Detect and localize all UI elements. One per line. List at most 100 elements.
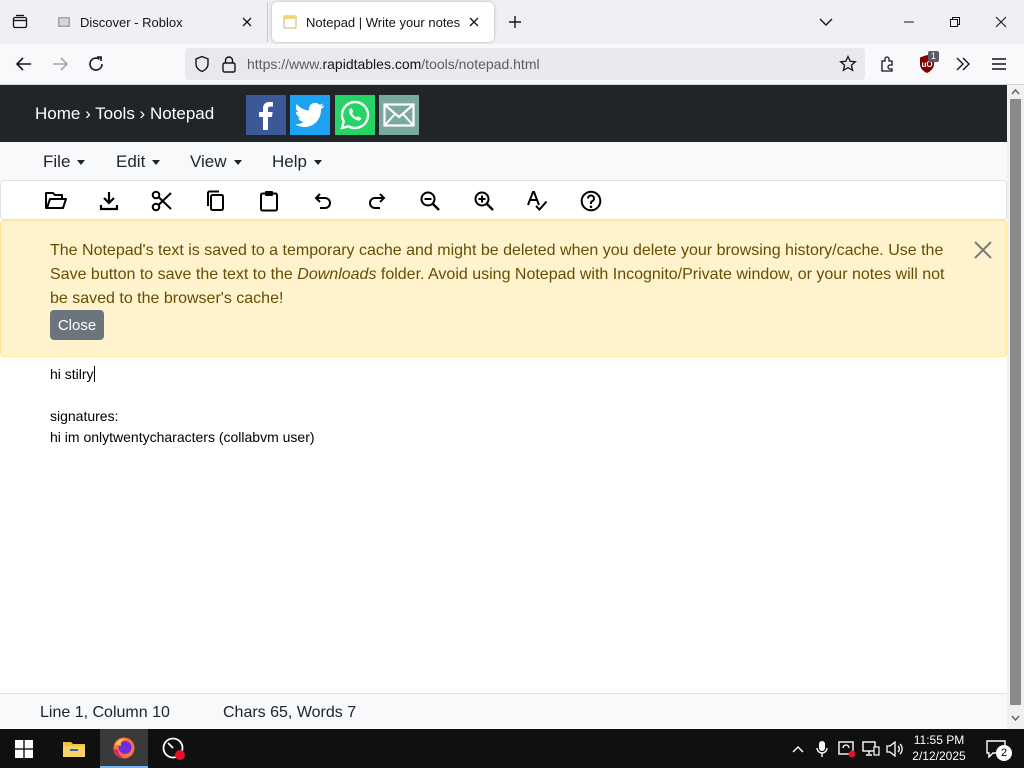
plus-icon <box>509 16 521 28</box>
app-menu-button[interactable] <box>984 49 1014 79</box>
cut-button[interactable] <box>149 188 175 214</box>
editor-line: hi stilry <box>50 364 315 385</box>
network-icon <box>862 741 880 756</box>
reload-icon <box>89 56 103 71</box>
menu-label: Edit <box>116 152 146 171</box>
clock-time: 11:55 PM <box>913 733 965 747</box>
restore-button[interactable] <box>932 0 978 44</box>
restore-icon <box>950 17 960 27</box>
alert-message: The Notepad's text is saved to a tempora… <box>50 239 955 311</box>
speedometer-app-icon <box>162 737 185 760</box>
open-icon <box>45 192 67 209</box>
url-domain: rapidtables.com <box>322 56 422 72</box>
site-header: Home › Tools › Notepad <box>0 85 1007 142</box>
editor-line: signatures: <box>50 408 119 424</box>
hamburger-menu-icon <box>992 58 1006 70</box>
page-scrollbar[interactable] <box>1007 85 1024 729</box>
speaker-icon <box>886 741 903 757</box>
windows-logo-icon <box>15 739 33 758</box>
lock-icon[interactable] <box>221 55 237 73</box>
zoom-out-button[interactable] <box>417 188 443 214</box>
whatsapp-share-button[interactable] <box>335 95 375 135</box>
menu-view[interactable]: View <box>190 152 242 172</box>
tab-title: Notepad | Write your notes online <box>306 14 464 30</box>
close-icon <box>995 16 1007 28</box>
save-download-button[interactable] <box>96 188 122 214</box>
ublock-origin-button[interactable]: uO 1 <box>912 49 942 79</box>
more-tools-button[interactable] <box>948 49 978 79</box>
taskbar-firefox[interactable] <box>100 729 148 768</box>
facebook-share-button[interactable] <box>246 95 286 135</box>
spellcheck-button[interactable] <box>524 188 550 214</box>
close-window-button[interactable] <box>978 0 1024 44</box>
extensions-button[interactable] <box>873 49 903 79</box>
dismiss-alert-button[interactable] <box>971 238 995 262</box>
double-chevron-right-icon <box>956 57 970 71</box>
back-button[interactable] <box>9 49 39 79</box>
taskbar-app[interactable] <box>150 729 198 768</box>
volume-tray-button[interactable] <box>885 739 905 759</box>
help-button[interactable] <box>578 188 604 214</box>
char-word-count: Chars 65, Words 7 <box>223 704 357 721</box>
menu-file[interactable]: File <box>43 152 86 172</box>
copy-button[interactable] <box>202 188 228 214</box>
zoom-out-icon <box>420 191 440 211</box>
address-bar[interactable]: https://www.rapidtables.com/tools/notepa… <box>185 48 865 80</box>
shield-icon[interactable] <box>193 55 211 73</box>
email-share-button[interactable] <box>379 95 419 135</box>
tab-discover-roblox[interactable]: Discover - Roblox <box>46 2 268 42</box>
notification-count-badge: 2 <box>996 745 1012 761</box>
editor-line: hi im onlytwentycharacters (collabvm use… <box>50 429 315 445</box>
redo-button[interactable] <box>364 188 390 214</box>
spellcheck-icon <box>527 191 548 211</box>
url-text[interactable]: https://www.rapidtables.com/tools/notepa… <box>247 56 540 72</box>
forward-button[interactable] <box>45 49 75 79</box>
update-tray-button[interactable] <box>837 739 857 759</box>
notepad-text-area[interactable]: hi stilry signatures: hi im onlytwentychar… <box>0 357 1007 693</box>
menu-edit[interactable]: Edit <box>116 152 161 172</box>
alert-close-button[interactable]: Close <box>50 310 104 340</box>
zoom-in-button[interactable] <box>471 188 497 214</box>
action-center-button[interactable]: 2 <box>982 739 1012 761</box>
microphone-tray-button[interactable] <box>812 739 832 759</box>
caret-down-icon <box>313 159 322 165</box>
twitter-share-button[interactable] <box>290 95 330 135</box>
reload-button[interactable] <box>81 49 111 79</box>
sync-warning-icon <box>838 741 856 758</box>
close-tab-icon[interactable] <box>464 12 484 32</box>
facebook-icon <box>259 102 273 130</box>
redo-icon <box>369 193 386 209</box>
notepad-toolbar <box>0 180 1007 220</box>
status-bar: Line 1, Column 10 Chars 65, Words 7 <box>0 693 1007 729</box>
open-file-button[interactable] <box>43 188 69 214</box>
new-tab-button[interactable] <box>503 10 527 34</box>
close-tab-icon[interactable] <box>237 12 257 32</box>
screen: Discover - Roblox Notepad | Write your n… <box>0 0 1024 768</box>
scroll-down-icon[interactable] <box>1007 711 1024 725</box>
scrollbar-thumb[interactable] <box>1010 99 1021 705</box>
menu-help[interactable]: Help <box>272 152 322 172</box>
help-icon <box>580 190 602 212</box>
menu-label: View <box>190 152 227 171</box>
tab-overflow-button[interactable] <box>803 0 849 44</box>
start-button[interactable] <box>0 729 48 768</box>
network-tray-button[interactable] <box>861 739 881 759</box>
list-all-tabs-button[interactable] <box>0 0 40 44</box>
caret-down-icon <box>233 159 242 165</box>
taskbar-file-explorer[interactable] <box>50 729 98 768</box>
cache-warning-alert: The Notepad's text is saved to a tempora… <box>0 220 1007 357</box>
undo-button[interactable] <box>310 188 336 214</box>
editor-content[interactable]: hi stilry signatures: hi im onlytwentychar… <box>50 364 315 448</box>
show-hidden-icons-button[interactable] <box>788 739 808 759</box>
taskbar-clock[interactable]: 11:55 PM 2/12/2025 <box>905 732 973 764</box>
tab-notepad[interactable]: Notepad | Write your notes online <box>272 2 494 42</box>
minimize-button[interactable] <box>886 0 932 44</box>
cursor-position: Line 1, Column 10 <box>40 704 170 721</box>
bookmark-star-icon[interactable] <box>839 55 857 73</box>
menu-label: Help <box>272 152 307 171</box>
scroll-up-icon[interactable] <box>1007 85 1024 99</box>
breadcrumb[interactable]: Home › Tools › Notepad <box>35 104 214 124</box>
alert-text-emphasis: Downloads <box>297 266 377 283</box>
close-icon <box>974 241 992 259</box>
paste-button[interactable] <box>256 188 282 214</box>
